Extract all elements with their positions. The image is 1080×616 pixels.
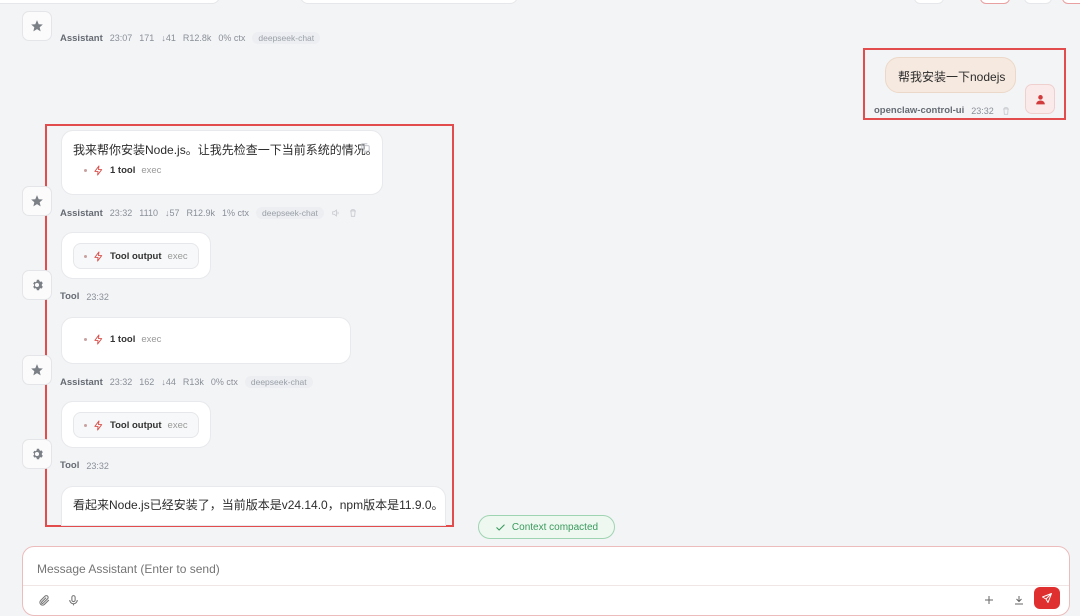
input-tokens: 171 [139,33,155,43]
assistant-message-bubble [61,130,383,195]
attachment-icon[interactable] [38,594,51,607]
tool-avatar [22,439,52,469]
cache-tokens: R12.8k [182,33,212,43]
lightning-icon [94,334,103,345]
send-button[interactable] [1034,587,1060,609]
timestamp: 23:32 [109,377,133,387]
tool-label: 1 tool [110,165,136,176]
timestamp: 23:32 [971,105,994,116]
tool-name: exec [167,251,188,262]
sender-name: openclaw-control-ui [874,105,965,116]
tool-label: Tool output [110,251,162,262]
input-tokens: 1110 [139,208,158,218]
top-button-fragment[interactable] [1024,0,1052,4]
download-icon[interactable] [1013,594,1025,606]
tool-label: Tool output [110,420,162,431]
send-icon [1042,593,1052,603]
composer-divider [23,585,1069,586]
star-icon [31,20,43,32]
output-tokens: ↓41 [161,33,176,43]
bullet [84,424,87,427]
bullet [84,169,87,172]
assistant-message-text: 看起来Node.js已经安装了，当前版本是v24.14.0，npm版本是11.9… [73,498,444,512]
tool-output-summary[interactable]: Tool output exec [84,251,188,262]
tool-name: exec [141,334,162,345]
assistant-avatar [22,186,52,216]
plus-icon[interactable] [983,594,995,606]
assistant-avatar [22,11,52,41]
model-tag: deepseek-chat [256,207,324,219]
top-button-fragment[interactable] [914,0,944,4]
message-input[interactable] [35,557,939,581]
top-fragment-center [300,0,518,4]
delete-icon[interactable] [1001,106,1011,116]
message-meta: Tool 23:32 [60,460,109,471]
lightning-icon [94,165,103,176]
message-meta: Assistant 23:07 171 ↓41 R12.8k 0% ctx de… [60,32,321,44]
gear-icon [33,279,43,291]
lightning-icon [94,251,103,262]
tool-avatar [22,270,52,300]
assistant-avatar [22,355,52,385]
cache-tokens: R12.9k [186,208,216,218]
timestamp: 23:07 [109,33,133,43]
message-meta: Assistant 23:32 1110 ↓57 R12.9k 1% ctx d… [60,207,358,219]
user-message-text: 帮我安装一下nodejs [898,70,1006,84]
tool-call-summary[interactable]: 1 tool exec [84,165,161,176]
input-tokens: 162 [139,377,155,387]
bullet [84,255,87,258]
copy-icon[interactable] [360,142,371,153]
sender-name: Assistant [60,376,103,388]
tool-name: exec [141,165,162,176]
context-compacted-text: Context compacted [511,521,599,533]
top-button-fragment-red[interactable] [1062,0,1080,4]
speaker-icon[interactable] [331,208,341,218]
context-compacted-badge: Context compacted [478,515,615,539]
bullet [84,338,87,341]
star-icon [31,195,43,207]
context-usage: 0% ctx [218,33,246,43]
timestamp: 23:32 [86,460,109,471]
timestamp: 23:32 [86,291,109,302]
output-tokens: ↓44 [161,377,176,387]
check-icon [496,523,505,531]
output-tokens: ↓57 [164,208,180,218]
tool-label: 1 tool [110,334,136,345]
model-tag: deepseek-chat [244,376,313,388]
sender-name: Tool [60,460,80,471]
tool-output-summary[interactable]: Tool output exec [84,420,188,431]
composer [22,546,1070,616]
message-meta: Assistant 23:32 162 ↓44 R13k 0% ctx deep… [60,376,313,388]
context-usage: 0% ctx [210,377,238,387]
lightning-icon [94,420,103,431]
user-avatar [1025,84,1055,114]
model-tag: deepseek-chat [252,32,321,44]
cache-tokens: R13k [182,377,204,387]
context-usage: 1% ctx [222,208,250,218]
microphone-icon[interactable] [67,594,80,607]
sender-name: Assistant [60,207,103,219]
top-fragment-left [0,0,220,4]
tool-call-summary[interactable]: 1 tool exec [84,334,161,345]
user-message-meta: openclaw-control-ui 23:32 [874,105,1011,116]
tool-name: exec [167,420,188,431]
message-meta: Tool 23:32 [60,291,109,302]
user-icon [1035,94,1045,104]
star-icon [31,364,43,376]
sender-name: Tool [60,291,80,302]
assistant-message-text: 我来帮你安装Node.js。让我先检查一下当前系统的情况。 [73,143,378,157]
top-button-fragment-red[interactable] [980,0,1010,4]
gear-icon [33,448,43,460]
sender-name: Assistant [60,32,103,44]
delete-icon[interactable] [348,208,358,218]
timestamp: 23:32 [109,208,133,218]
